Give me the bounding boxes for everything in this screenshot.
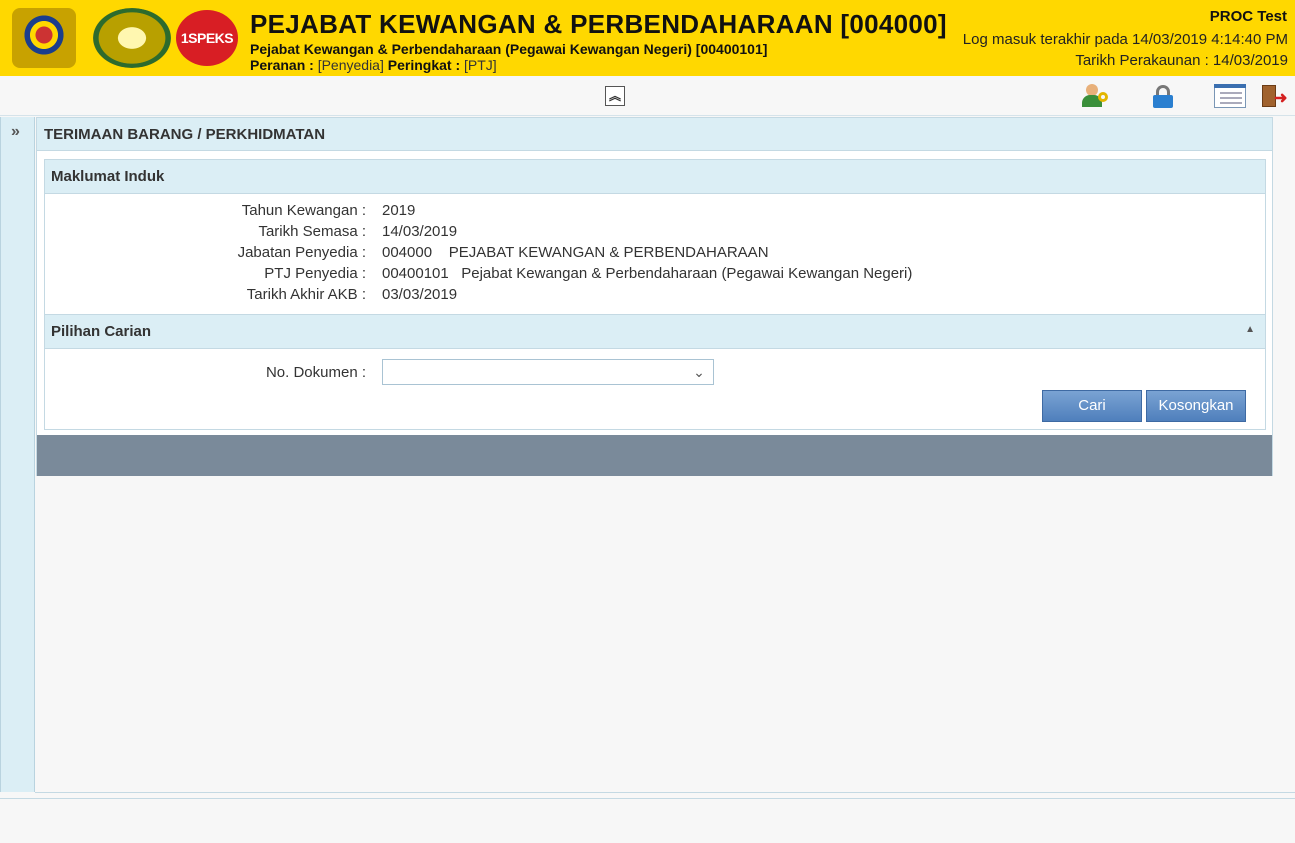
collapse-triangle-icon[interactable]: ▲ [1245,324,1255,335]
info-row: Tarikh Semasa : 14/03/2019 [45,223,1265,243]
tarikh-akhir-akb-value: 03/03/2019 [382,286,458,303]
clear-button[interactable]: Kosongkan [1146,390,1246,422]
no-dokumen-row: No. Dokumen : [45,364,366,384]
ptj-penyedia-label: PTJ Penyedia : [264,265,366,282]
no-dokumen-select[interactable]: ⌄ [382,359,714,385]
page-footer [0,798,1295,843]
level-value: [PTJ] [464,57,497,73]
tahun-kewangan-value: 2019 [382,202,416,219]
pilihan-carian-title: Pilihan Carian [51,323,152,340]
role-label: Peranan : [250,57,314,73]
state-emblem-logo [93,8,171,68]
tarikh-semasa-label: Tarikh Semasa : [258,223,366,240]
sidebar: » [0,117,35,792]
info-row: Tarikh Akhir AKB : 03/03/2019 [45,286,1265,306]
info-row: PTJ Penyedia : 00400101 Pejabat Kewangan… [45,265,1265,285]
pilihan-carian-section: Pilihan Carian ▲ No. Dokumen : ⌄ Cari Ko… [44,314,1266,430]
user-profile-icon[interactable] [1080,82,1112,110]
level-label: Peringkat : [387,57,461,73]
jabatan-penyedia-label: Jabatan Penyedia : [237,244,366,261]
account-date: Tarikh Perakaunan : 14/03/2019 [1075,52,1288,69]
last-login: Log masuk terakhir pada 14/03/2019 4:14:… [962,31,1288,48]
info-row: Jabatan Penyedia : 004000 PEJABAT KEWANG… [45,244,1265,264]
lock-icon[interactable] [1148,82,1180,110]
chevron-down-icon: ⌄ [693,364,705,380]
ptj-penyedia-value: 00400101 Pejabat Kewangan & Perbendahara… [382,265,913,282]
menu-list-icon[interactable] [1214,82,1246,110]
user-name: PROC Test [1209,8,1287,25]
tarikh-semasa-value: 14/03/2019 [382,223,458,240]
tahun-kewangan-label: Tahun Kewangan : [241,202,366,219]
expand-sidebar-icon[interactable]: » [11,123,20,141]
role-value: [Penyedia] [317,57,384,73]
app-header: 1SPEKS PEJABAT KEWANGAN & PERBENDAHARAAN… [0,0,1295,76]
jabatan-penyedia-value: 004000 PEJABAT KEWANGAN & PERBENDAHARAAN [382,244,769,261]
search-button[interactable]: Cari [1042,390,1142,422]
state-crest-logo [12,8,76,68]
collapse-header-button[interactable]: ︽ [605,86,625,106]
no-dokumen-label: No. Dokumen : [265,364,366,381]
main-panel: TERIMAAN BARANG / PERKHIDMATAN Maklumat … [36,117,1273,476]
double-chevron-up-icon: ︽ [608,89,621,103]
agency-title: PEJABAT KEWANGAN & PERBENDAHARAAN [00400… [250,9,947,39]
toolbar: ︽ ➜ [0,76,1295,116]
maklumat-induk-heading: Maklumat Induk [45,160,1265,194]
search-form: No. Dokumen : ⌄ Cari Kosongkan [45,349,1265,429]
info-row: Tahun Kewangan : 2019 [45,202,1265,222]
maklumat-induk-section: Maklumat Induk Tahun Kewangan : 2019 Tar… [44,159,1266,315]
role-line: Peranan : [Penyedia] Peringkat : [PTJ] [250,57,497,73]
tarikh-akhir-akb-label: Tarikh Akhir AKB : [246,286,366,303]
ispeks-logo: 1SPEKS [176,10,238,66]
logout-icon[interactable]: ➜ [1260,82,1288,110]
pilihan-carian-heading[interactable]: Pilihan Carian ▲ [45,315,1265,349]
content-divider [35,792,1295,793]
panel-footer-bar [37,435,1272,476]
ptj-subtitle: Pejabat Kewangan & Perbendaharaan (Pegaw… [250,41,768,57]
page-title: TERIMAAN BARANG / PERKHIDMATAN [37,118,1272,151]
